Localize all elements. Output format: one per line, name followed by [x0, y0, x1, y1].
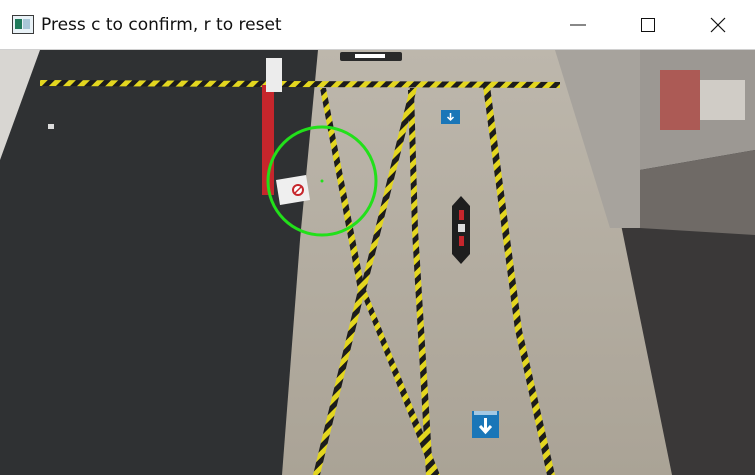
window-title: Press c to confirm, r to reset: [41, 15, 282, 35]
double-arrow-sign: [452, 196, 470, 264]
minimize-icon: [570, 24, 586, 26]
close-button[interactable]: [683, 0, 753, 49]
app-window-icon: [12, 15, 34, 34]
maximize-icon: [641, 18, 655, 32]
maximize-button[interactable]: [613, 0, 683, 49]
down-arrow-sign-bottom: [472, 411, 499, 438]
camera-image: [0, 50, 755, 475]
down-arrow-sign-top: [441, 110, 460, 124]
app-window: Press c to confirm, r to reset: [0, 0, 755, 475]
video-frame[interactable]: [0, 50, 755, 475]
title-bar[interactable]: Press c to confirm, r to reset: [0, 0, 755, 50]
close-icon: [710, 17, 726, 33]
minimize-button[interactable]: [543, 0, 613, 49]
